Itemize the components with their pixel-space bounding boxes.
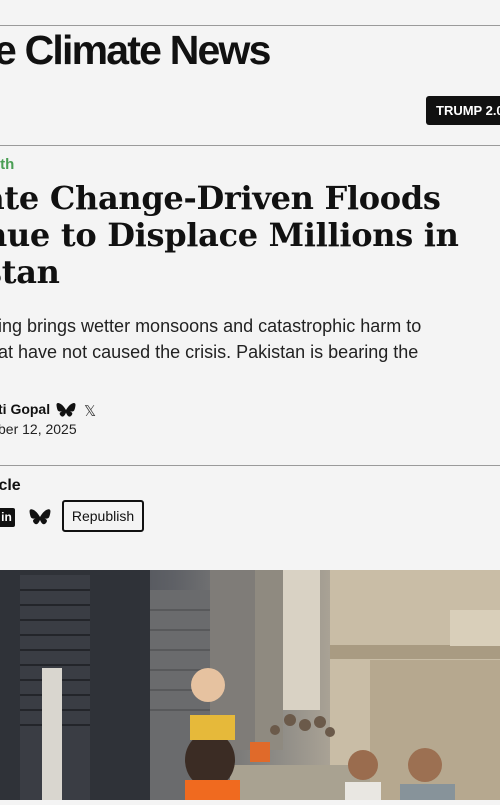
- headline-line: stan: [0, 253, 60, 291]
- headline-line: nue to Displace Millions in: [0, 216, 459, 254]
- x-icon[interactable]: 𝕏: [84, 402, 96, 420]
- bluesky-icon[interactable]: [29, 508, 51, 527]
- dek-line: ing brings wetter monsoons and catastrop…: [0, 316, 422, 336]
- masthead-divider: [0, 145, 500, 146]
- headline-line: ate Change-Driven Floods: [0, 179, 441, 217]
- byline-divider: [0, 465, 500, 466]
- bluesky-icon[interactable]: [56, 402, 76, 419]
- nav-pill-trump[interactable]: TRUMP 2.0:: [426, 96, 500, 125]
- dek-line: at have not caused the crisis. Pakistan …: [0, 342, 419, 362]
- republish-button[interactable]: Republish: [62, 500, 144, 532]
- author-name[interactable]: ti Gopal: [0, 401, 50, 417]
- publish-date: ber 12, 2025: [0, 421, 77, 437]
- linkedin-icon[interactable]: in: [0, 508, 15, 527]
- site-logo[interactable]: e Climate News: [0, 30, 271, 71]
- flood-scene-illustration: [0, 570, 500, 800]
- article-dek: ing brings wetter monsoons and catastrop…: [0, 313, 500, 365]
- share-article-label: icle: [0, 477, 21, 494]
- hero-photo: [0, 570, 500, 800]
- top-divider: [0, 25, 500, 26]
- article-headline: ate Change-Driven Floods nue to Displace…: [0, 180, 500, 291]
- article-category[interactable]: lth: [0, 156, 14, 173]
